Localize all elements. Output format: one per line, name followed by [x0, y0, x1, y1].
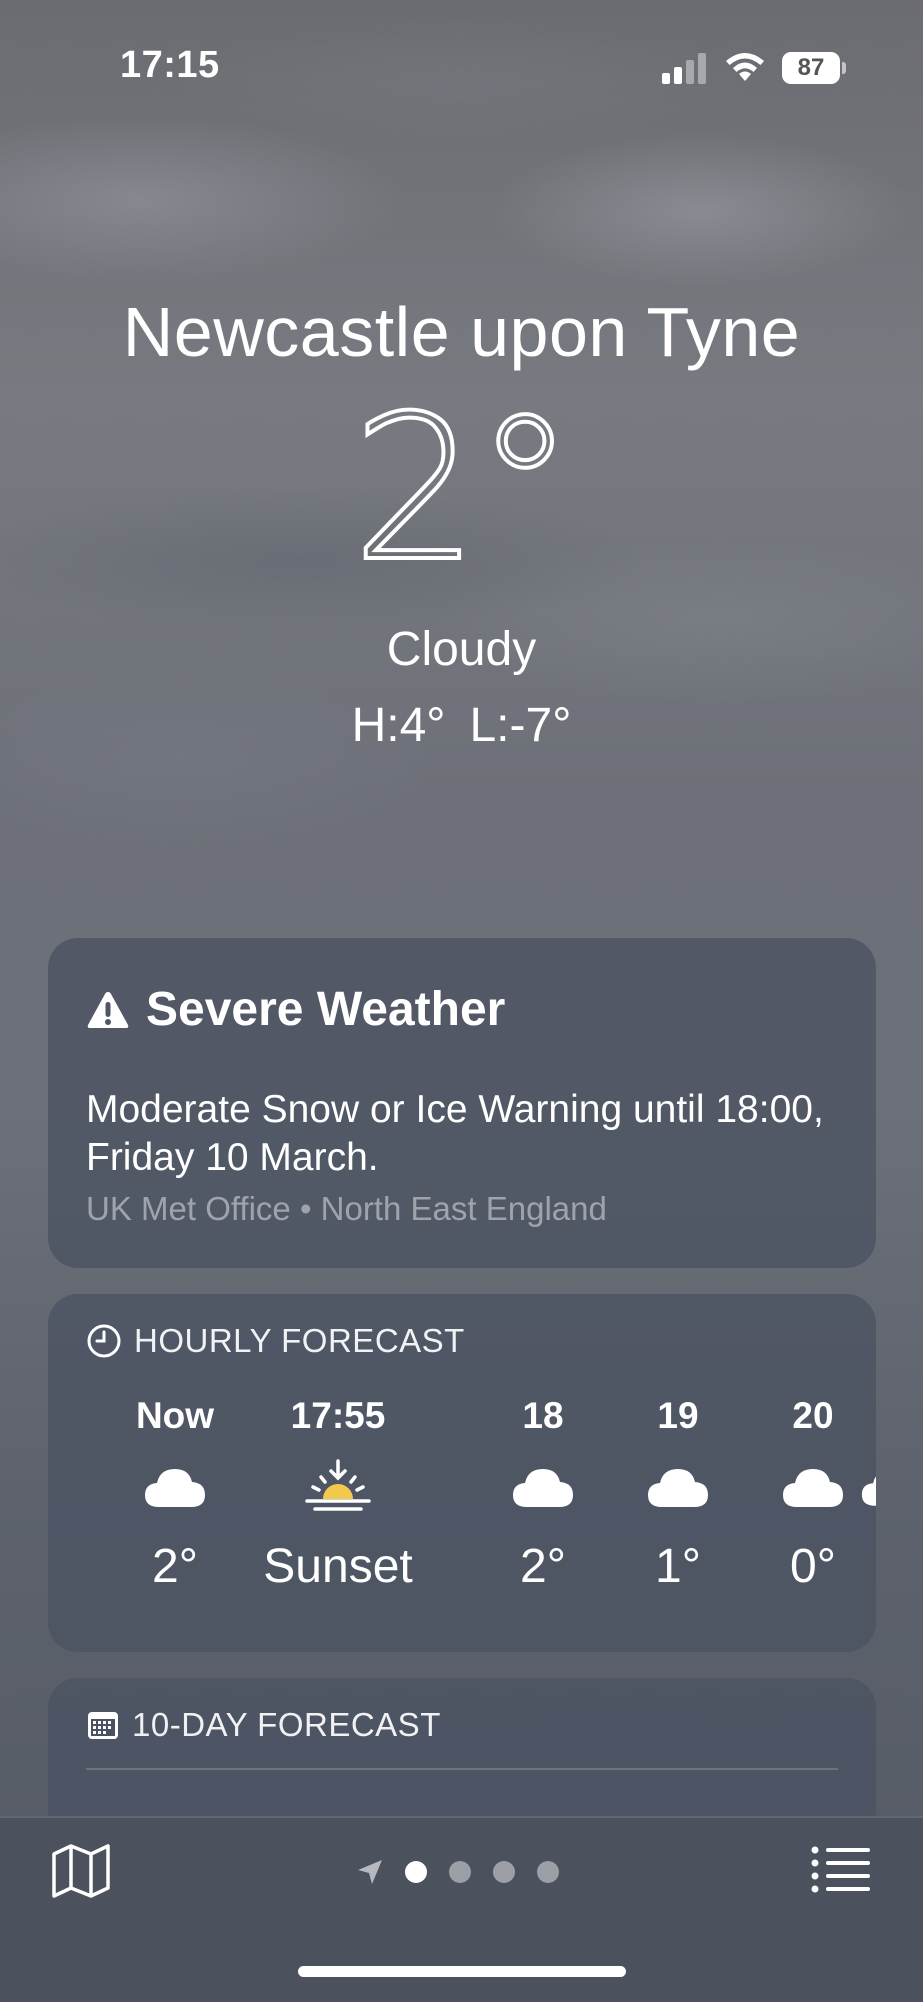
high-low: H:4° L:-7°	[0, 698, 923, 753]
weather-condition: Cloudy	[386, 623, 537, 676]
hour-item: 17:55 Sunset	[228, 1390, 448, 1602]
warning-triangle-icon	[87, 991, 129, 1028]
hourly-forecast-title: HOURLY FORECAST	[134, 1322, 465, 1359]
page-dot[interactable]	[537, 1861, 559, 1883]
severe-weather-title: Severe Weather	[146, 983, 506, 1036]
battery-nub	[842, 62, 846, 74]
battery-level: 87	[782, 52, 840, 84]
severe-weather-message: Moderate Snow or Ice Warning until 18:00…	[86, 1088, 824, 1179]
calendar-icon	[88, 1712, 118, 1739]
hourly-scroll-row[interactable]: Now 2° 17:55 Sunset 18 2° 19 1° 20 0°	[48, 1390, 876, 1630]
status-bar: 17:15 87	[0, 0, 923, 120]
severe-weather-header: Severe Weather	[86, 982, 505, 1037]
cloud-icon	[728, 1442, 876, 1532]
list-icon[interactable]	[810, 1844, 872, 1894]
cloud-icon	[860, 1442, 876, 1532]
wifi-icon	[726, 53, 764, 81]
page-dot-active[interactable]	[405, 1861, 427, 1883]
hourly-forecast-header: HOURLY FORECAST	[86, 1322, 465, 1360]
cellular-signal-icon	[662, 52, 710, 84]
location-arrow-icon[interactable]	[356, 1858, 384, 1886]
bottom-toolbar	[0, 1816, 923, 2002]
current-temperature-wrap: 2°	[0, 373, 923, 606]
severe-weather-source: UK Met Office • North East England	[86, 1190, 607, 1227]
home-indicator[interactable]	[298, 1966, 626, 1977]
page-indicator[interactable]	[356, 1854, 570, 1890]
hour-item: 20 0°	[728, 1390, 876, 1602]
low-temperature: L:-7°	[469, 699, 572, 752]
high-temperature: H:4°	[351, 699, 446, 752]
severe-weather-card[interactable]: Severe Weather Moderate Snow or Ice Warn…	[48, 938, 876, 1268]
battery-indicator: 87	[782, 52, 846, 84]
hour-label: 17:55	[290, 1395, 386, 1436]
page-dot[interactable]	[493, 1861, 515, 1883]
status-time: 17:15	[120, 44, 220, 86]
hour-temperature: 0°	[790, 1540, 836, 1593]
city-name: Newcastle upon Tyne	[122, 293, 801, 371]
location-header: Newcastle upon Tyne	[0, 290, 923, 374]
ten-day-forecast-header: 10-DAY FORECAST	[86, 1706, 441, 1744]
sunset-icon	[228, 1442, 448, 1532]
hour-label: 20	[792, 1395, 834, 1436]
hour-temperature: Sunset	[263, 1540, 413, 1593]
hourly-forecast-card[interactable]: HOURLY FORECAST Now 2° 17:55 Sunset 18 2…	[48, 1294, 876, 1652]
page-dot[interactable]	[449, 1861, 471, 1883]
map-icon[interactable]	[50, 1842, 112, 1900]
ten-day-forecast-title: 10-DAY FORECAST	[132, 1706, 441, 1743]
divider	[86, 1768, 838, 1770]
clock-icon	[87, 1324, 121, 1358]
current-temperature: 2°	[350, 373, 577, 606]
hour-item-partial	[860, 1390, 876, 1532]
